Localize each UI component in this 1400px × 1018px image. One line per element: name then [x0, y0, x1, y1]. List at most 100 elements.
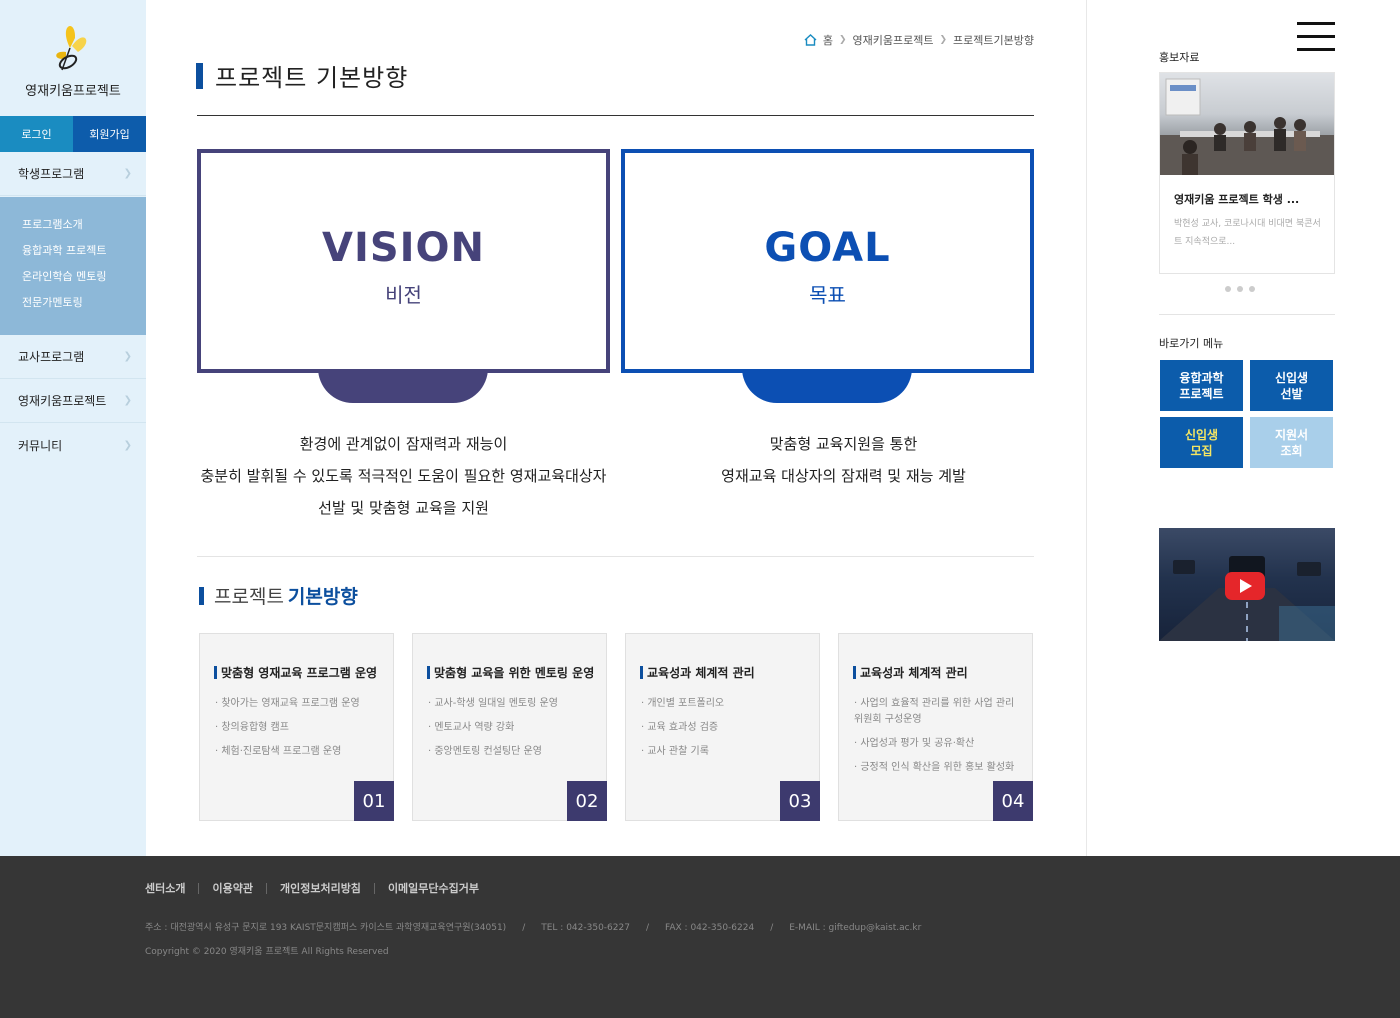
footer-links: 센터소개 이용약관 개인정보처리방침 이메일무단수집거부: [145, 880, 479, 896]
footer-link-privacy[interactable]: 개인정보처리방침: [280, 880, 361, 896]
card-title-text: 맞춤형 교육을 위한 멘토링 운영: [434, 666, 595, 680]
title-accent-bar: [196, 62, 203, 89]
card-item: · 찾아가는 영재교육 프로그램 운영: [215, 698, 360, 709]
card-title: 맞춤형 교육을 위한 멘토링 운영: [427, 664, 594, 681]
quick-button-label: 신입생 선발: [1274, 370, 1309, 401]
goal-box: GOAL 목표: [621, 149, 1034, 373]
direction-card-4: 교육성과 체계적 관리 · 사업의 효율적 관리를 위한 사업 관리 위원회 구…: [838, 633, 1033, 821]
goal-line: 맞춤형 교육지원을 통한: [769, 435, 918, 453]
card-number: 04: [993, 781, 1033, 821]
butterfly-logo-icon: [56, 25, 87, 71]
hamburger-menu-icon[interactable]: [1297, 22, 1335, 52]
section-accent-bar: [199, 586, 204, 605]
chevron-right-icon: ❯: [939, 35, 948, 45]
address-text: 주소 : 대전광역시 유성구 문지로 193 KAIST문지캠퍼스 카이스트 과…: [145, 923, 507, 933]
vision-subtitle: 비전: [385, 283, 422, 307]
tel-text: TEL : 042-350-6227: [541, 923, 630, 933]
logo[interactable]: 영재키움프로젝트: [0, 0, 146, 116]
card-item: · 체험·진로탐색 프로그램 운영: [215, 746, 342, 757]
promo-description: 박현성 교사, 코로나시대 비대면 북콘서트 지속적으로...: [1174, 219, 1321, 247]
nav-item-teacher[interactable]: 교사프로그램 ❯: [0, 335, 146, 379]
student-sub-menu: 프로그램소개 융합과학 프로젝트 온라인학습 멘토링 전문가멘토링: [0, 197, 146, 335]
footer: 센터소개 이용약관 개인정보처리방침 이메일무단수집거부 주소 : 대전광역시 …: [0, 856, 1400, 1018]
card-title: 교육성과 체계적 관리: [853, 664, 968, 681]
card-item: · 창의융합형 캠프: [215, 722, 289, 733]
promo-title: 영재키움 프로젝트 학생 ...: [1174, 193, 1300, 206]
quick-button-label: 신입생 모집: [1184, 427, 1219, 458]
join-button[interactable]: 회원가입: [73, 116, 146, 152]
quick-menu-label: 바로가기 메뉴: [1159, 337, 1224, 350]
card-title: 맞춤형 영재교육 프로그램 운영: [214, 664, 377, 681]
sub-item-program-intro[interactable]: 프로그램소개: [0, 211, 146, 237]
copyright: Copyright © 2020 영재키움 프로젝트 All Rights Re…: [145, 947, 389, 957]
quick-button-new-recruit[interactable]: 신입생 모집: [1160, 417, 1243, 468]
quick-button-label: 융합과학 프로젝트: [1179, 370, 1224, 401]
vision-semicircle: [318, 368, 488, 403]
card-title: 교육성과 체계적 관리: [640, 664, 755, 681]
promo-card[interactable]: 영재키움 프로젝트 학생 ... 박현성 교사, 코로나시대 비대면 북콘서트 …: [1159, 72, 1335, 274]
title-divider: [197, 115, 1034, 116]
right-divider: [1159, 314, 1335, 315]
quick-button-new-selection[interactable]: 신입생 선발: [1250, 360, 1333, 411]
goal-semicircle: [742, 368, 912, 403]
nav-label: 영재키움프로젝트: [18, 394, 107, 408]
promo-video[interactable]: [1159, 528, 1335, 641]
sub-item-science-project[interactable]: 융합과학 프로젝트: [0, 237, 146, 263]
vision-box: VISION 비전: [197, 149, 610, 373]
card-item: · 교사-학생 일대일 멘토링 운영: [428, 698, 558, 709]
chevron-right-icon: ❯: [123, 395, 132, 406]
home-icon[interactable]: [804, 34, 817, 46]
card-title-bar: [214, 666, 217, 679]
card-item: · 개인별 포트폴리오: [641, 698, 725, 709]
meeting-photo-icon: [1160, 78, 1334, 175]
footer-link-center[interactable]: 센터소개: [145, 880, 185, 896]
nav-label: 교사프로그램: [18, 350, 85, 364]
nav-item-community[interactable]: 커뮤니티 ❯: [0, 423, 146, 467]
quick-button-application-lookup[interactable]: 지원서 조회: [1250, 417, 1333, 468]
card-items: · 찾아가는 영재교육 프로그램 운영 · 창의융합형 캠프 · 체험·진로탐색…: [215, 696, 383, 768]
section-title-bold: 기본방향: [287, 586, 358, 608]
vision-line: 환경에 관계없이 잠재력과 재능이: [299, 435, 508, 453]
breadcrumb: 홈 ❯ 영재키움프로젝트 ❯ 프로젝트기본방향: [804, 32, 1034, 48]
auth-row: 로그인 회원가입: [0, 116, 146, 152]
sub-item-online-mentoring[interactable]: 온라인학습 멘토링: [0, 263, 146, 289]
carousel-dot[interactable]: [1225, 286, 1231, 292]
section-title: 프로젝트 기본방향: [199, 582, 358, 609]
sub-item-expert-mentoring[interactable]: 전문가멘토링: [0, 289, 146, 315]
vision-title: VISION: [321, 225, 485, 271]
card-item: · 교사 관찰 기록: [641, 746, 709, 757]
carousel-dot[interactable]: [1249, 286, 1255, 292]
card-item: · 교육 효과성 검증: [641, 722, 719, 733]
card-items: · 교사-학생 일대일 멘토링 운영 · 멘토교사 역량 강화 · 중앙멘토링 …: [428, 696, 596, 768]
direction-card-2: 맞춤형 교육을 위한 멘토링 운영 · 교사-학생 일대일 멘토링 운영 · 멘…: [412, 633, 607, 821]
goal-title: GOAL: [764, 225, 891, 271]
nav-item-project[interactable]: 영재키움프로젝트 ❯: [0, 379, 146, 423]
breadcrumb-home[interactable]: 홈: [823, 32, 833, 48]
nav-item-student[interactable]: 학생프로그램 ❯: [0, 152, 146, 196]
nav-label: 학생프로그램: [18, 167, 85, 181]
email-text: E-MAIL : giftedup@kaist.ac.kr: [789, 923, 922, 933]
direction-card-1: 맞춤형 영재교육 프로그램 운영 · 찾아가는 영재교육 프로그램 운영 · 창…: [199, 633, 394, 821]
card-items: · 사업의 효율적 관리를 위한 사업 관리 위원회 구성운영 · 사업성과 평…: [854, 696, 1022, 784]
login-button[interactable]: 로그인: [0, 116, 73, 152]
chevron-right-icon: ❯: [123, 168, 132, 179]
footer-link-email-policy[interactable]: 이메일무단수집거부: [388, 880, 479, 896]
quick-button-science-project[interactable]: 융합과학 프로젝트: [1160, 360, 1243, 411]
card-title-text: 교육성과 체계적 관리: [647, 666, 755, 680]
card-item: · 중앙멘토링 컨설팅단 운영: [428, 746, 542, 757]
card-number: 01: [354, 781, 394, 821]
card-item: · 사업성과 평가 및 공유·확산: [854, 738, 975, 749]
breadcrumb-current: 프로젝트기본방향: [953, 34, 1034, 47]
card-number: 02: [567, 781, 607, 821]
main-content: 홈 ❯ 영재키움프로젝트 ❯ 프로젝트기본방향 프로젝트 기본방향 VISION…: [146, 0, 1086, 856]
quick-button-label: 지원서 조회: [1274, 427, 1309, 458]
promo-image: [1160, 73, 1334, 175]
section-title-plain: 프로젝트: [214, 586, 284, 608]
card-item: · 사업의 효율적 관리를 위한 사업 관리 위원회 구성운영: [854, 698, 1015, 725]
breadcrumb-section[interactable]: 영재키움프로젝트: [853, 32, 934, 48]
carousel-dot[interactable]: [1237, 286, 1243, 292]
play-icon[interactable]: [1225, 572, 1265, 600]
footer-link-terms[interactable]: 이용약관: [212, 880, 252, 896]
card-title-bar: [853, 666, 856, 679]
goal-description: 맞춤형 교육지원을 통한 영재교육 대상자의 잠재력 및 재능 계발: [637, 428, 1050, 492]
